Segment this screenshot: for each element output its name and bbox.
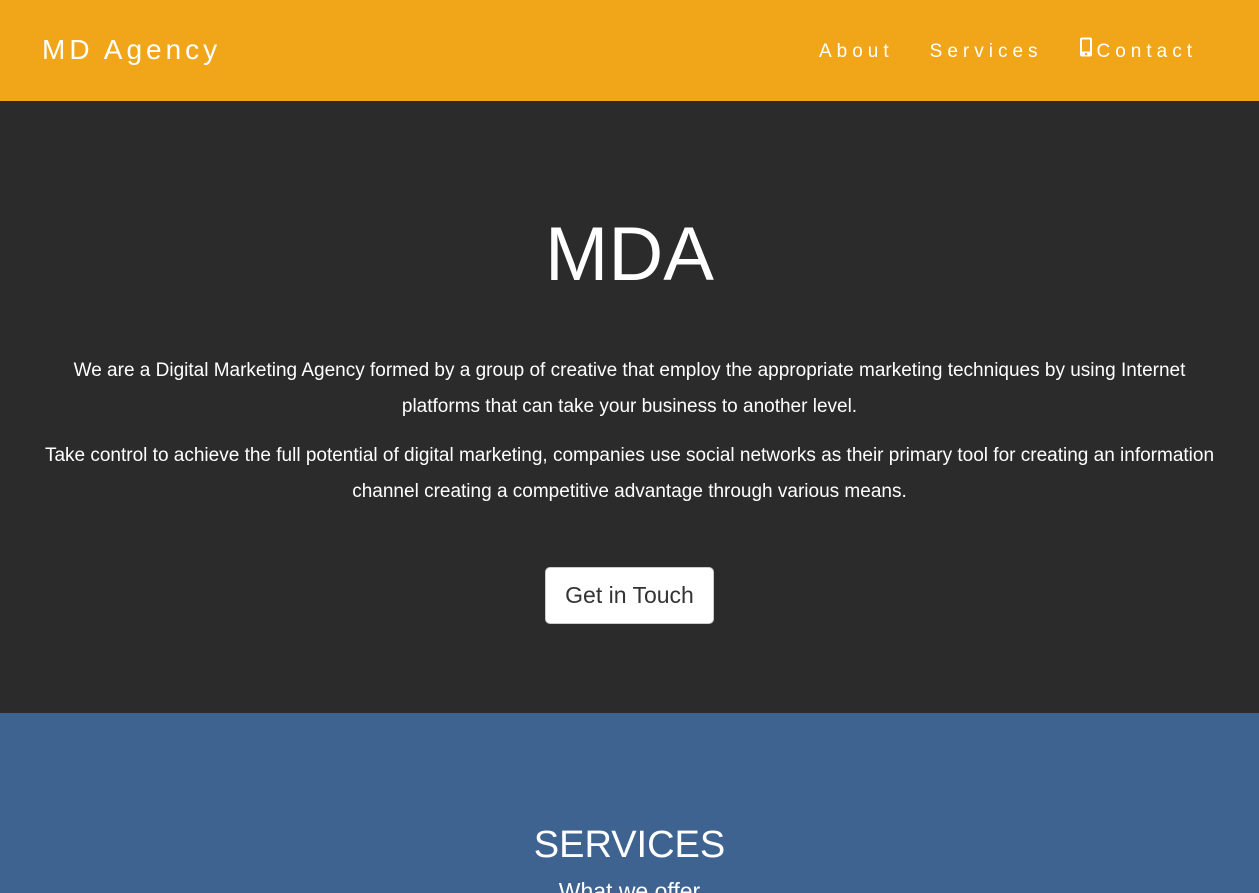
nav-link-about[interactable]: About xyxy=(819,40,894,64)
nav-link-contact-label: Contact xyxy=(1096,40,1197,62)
nav-link-contact[interactable]: Contact xyxy=(1079,37,1197,65)
services-title: SERVICES xyxy=(533,824,726,866)
brand-logo-text[interactable]: MD Agency xyxy=(42,34,221,66)
nav-link-about-label: About xyxy=(819,40,894,62)
hero-title: MDA xyxy=(545,212,714,297)
nav-link-services-label: Services xyxy=(929,40,1043,62)
hero-section: MDA We are a Digital Marketing Agency fo… xyxy=(0,101,1259,713)
get-in-touch-button[interactable]: Get in Touch xyxy=(545,567,714,624)
nav-link-services[interactable]: Services xyxy=(930,40,1043,64)
nav-links: About Services Contact xyxy=(783,37,1197,65)
hero-paragraph-2: Take control to achieve the full potenti… xyxy=(44,445,1215,502)
services-subtitle: What we offer xyxy=(558,878,701,893)
top-navbar: MD Agency About Services Contact xyxy=(0,0,1259,101)
hero-paragraph-1: We are a Digital Marketing Agency formed… xyxy=(73,360,1186,417)
mobile-phone-icon xyxy=(1079,37,1093,64)
services-section: SERVICES What we offer xyxy=(0,713,1259,893)
